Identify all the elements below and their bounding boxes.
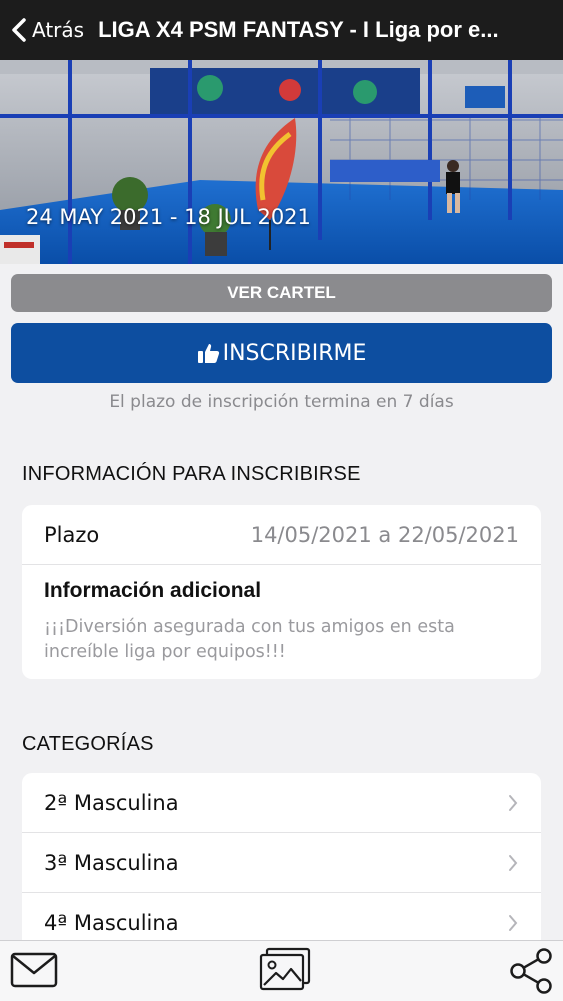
- category-item[interactable]: 3ª Masculina: [22, 833, 541, 893]
- chevron-right-icon: [509, 854, 518, 871]
- bottom-toolbar: [0, 940, 563, 1001]
- deadline-row: Plazo 14/05/2021 a 22/05/2021: [22, 505, 541, 565]
- back-button[interactable]: Atrás: [0, 0, 84, 60]
- share-icon[interactable]: [508, 947, 554, 995]
- deadline-label: Plazo: [44, 522, 100, 547]
- category-item[interactable]: 4ª Masculina: [22, 893, 541, 940]
- deadline-value: 14/05/2021 a 22/05/2021: [250, 522, 519, 547]
- chevron-right-icon: [509, 794, 518, 811]
- view-poster-button[interactable]: VER CARTEL: [11, 274, 552, 312]
- page-title: LIGA X4 PSM FANTASY - I Liga por e...: [98, 17, 499, 42]
- category-label: 3ª Masculina: [44, 850, 179, 875]
- additional-info-text: ¡¡¡Diversión asegurada con tus amigos en…: [44, 617, 455, 662]
- registration-deadline-note: El plazo de inscripción termina en 7 día…: [109, 392, 454, 412]
- category-item[interactable]: 2ª Masculina: [22, 773, 541, 833]
- categories-heading: CATEGORÍAS: [22, 733, 154, 755]
- register-label: INSCRIBIRME: [222, 340, 367, 366]
- top-navigation-bar: Atrás LIGA X4 PSM FANTASY - I Liga por e…: [0, 0, 563, 60]
- category-label: 2ª Masculina: [44, 790, 179, 815]
- categories-list: 2ª Masculina 3ª Masculina 4ª Masculina: [22, 773, 541, 940]
- additional-info-title: Información adicional: [44, 579, 262, 602]
- registration-info-card: Plazo 14/05/2021 a 22/05/2021 Informació…: [22, 505, 541, 679]
- registration-info-heading: INFORMACIÓN PARA INSCRIBIRSE: [22, 463, 361, 485]
- event-date-range: 24 MAY 2021 - 18 JUL 2021: [26, 205, 311, 229]
- back-label: Atrás: [32, 18, 85, 42]
- view-poster-label: VER CARTEL: [227, 283, 336, 302]
- padel-court-photo: [0, 60, 563, 264]
- gallery-icon[interactable]: [258, 947, 312, 993]
- thumbs-up-icon: [197, 344, 219, 363]
- category-label: 4ª Masculina: [44, 910, 179, 935]
- tournament-banner-image: 24 MAY 2021 - 18 JUL 2021: [0, 60, 563, 264]
- chevron-left-icon: [12, 18, 26, 42]
- register-button[interactable]: INSCRIBIRME: [11, 323, 552, 383]
- chevron-right-icon: [509, 914, 518, 931]
- mail-icon[interactable]: [10, 951, 58, 989]
